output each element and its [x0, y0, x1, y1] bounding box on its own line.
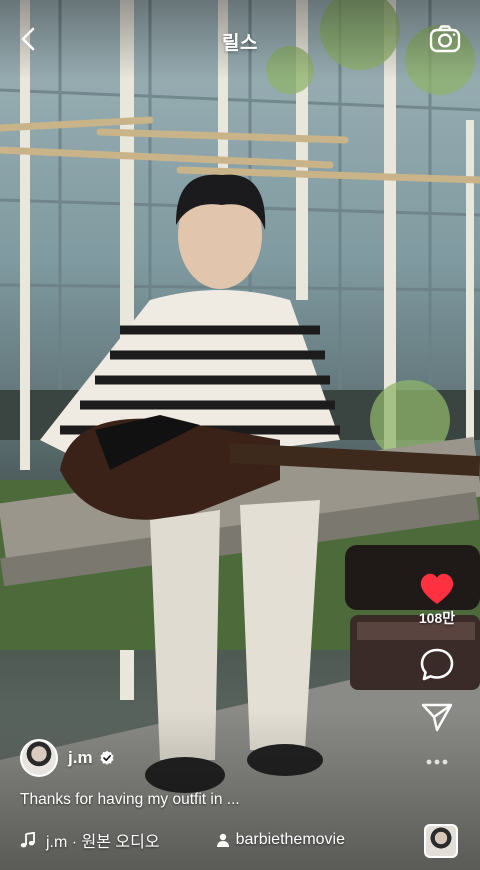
like-count: 108만 — [418, 610, 456, 626]
camera-icon — [429, 25, 461, 53]
person-icon — [216, 833, 229, 847]
audio-label[interactable]: j.m · 원본 오디오 — [46, 828, 160, 852]
like-button[interactable]: 108만 — [408, 572, 466, 628]
meta-row: j.m · 원본 오디오 barbiethemovie — [20, 828, 345, 852]
comment-button[interactable] — [408, 646, 466, 682]
caption[interactable]: Thanks for having my outfit in ... — [20, 791, 240, 809]
author-row: j.m — [20, 739, 115, 777]
page-title: 릴스 — [222, 33, 258, 54]
avatar[interactable] — [20, 739, 58, 777]
heart-icon — [420, 573, 454, 604]
audio-thumbnail[interactable] — [424, 824, 458, 858]
camera-button[interactable] — [428, 22, 462, 56]
tagged-user[interactable]: barbiethemovie — [236, 831, 345, 849]
verified-badge-icon — [99, 750, 114, 765]
username[interactable]: j.m — [68, 748, 93, 768]
comment-icon — [420, 648, 454, 681]
music-note-icon — [20, 832, 35, 848]
